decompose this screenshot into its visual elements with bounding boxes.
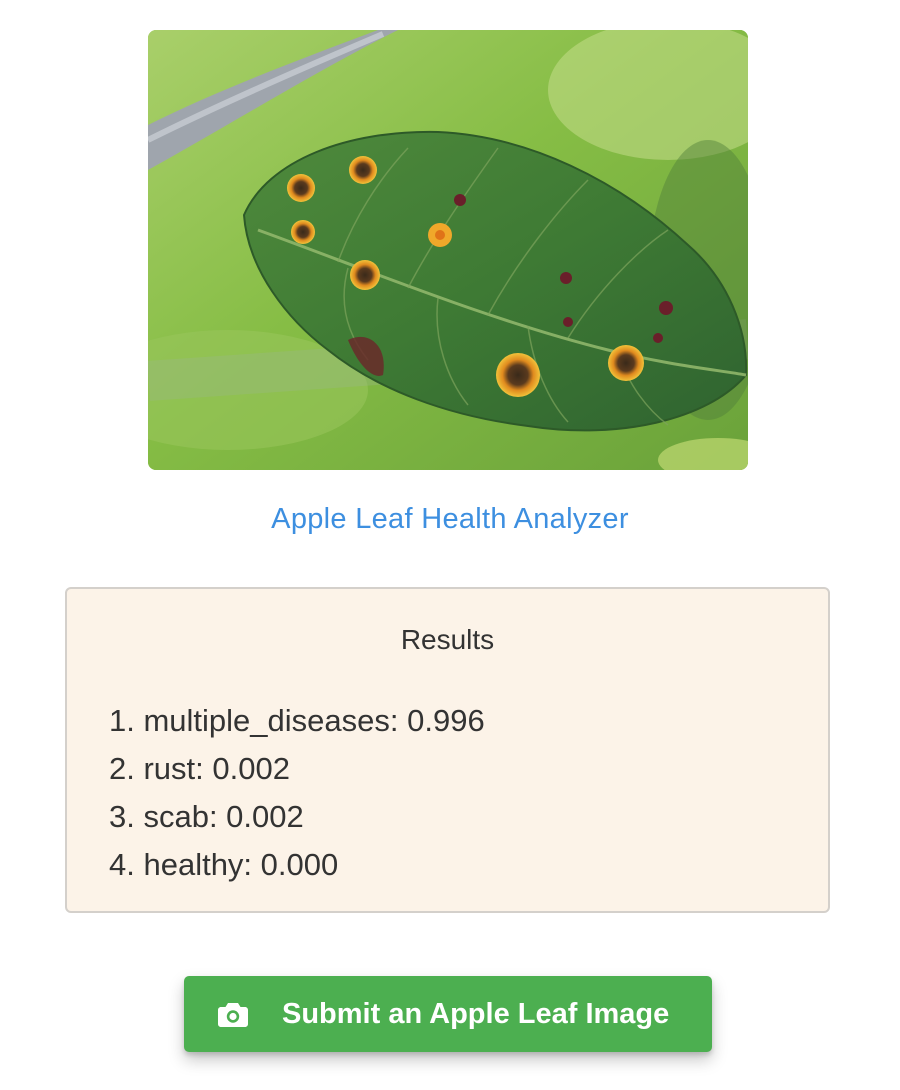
result-item: 1. multiple_diseases: 0.996	[109, 703, 485, 738]
submit-image-button[interactable]: Submit an Apple Leaf Image	[184, 976, 712, 1052]
page: Apple Leaf Health Analyzer Results 1. mu…	[0, 0, 900, 1090]
leaf-photo	[148, 30, 748, 470]
result-item: 3. scab: 0.002	[109, 799, 304, 834]
camera-icon	[218, 1001, 248, 1027]
app-title-link[interactable]: Apple Leaf Health Analyzer	[0, 503, 900, 536]
submit-button-label: Submit an Apple Leaf Image	[282, 997, 670, 1030]
result-item: 4. healthy: 0.000	[109, 847, 339, 882]
result-item: 2. rust: 0.002	[109, 751, 290, 786]
results-heading: Results	[400, 624, 495, 655]
results-list: 1. multiple_diseases: 0.996 2. rust: 0.0…	[109, 697, 485, 889]
results-card: Results 1. multiple_diseases: 0.996 2. r…	[65, 587, 830, 913]
